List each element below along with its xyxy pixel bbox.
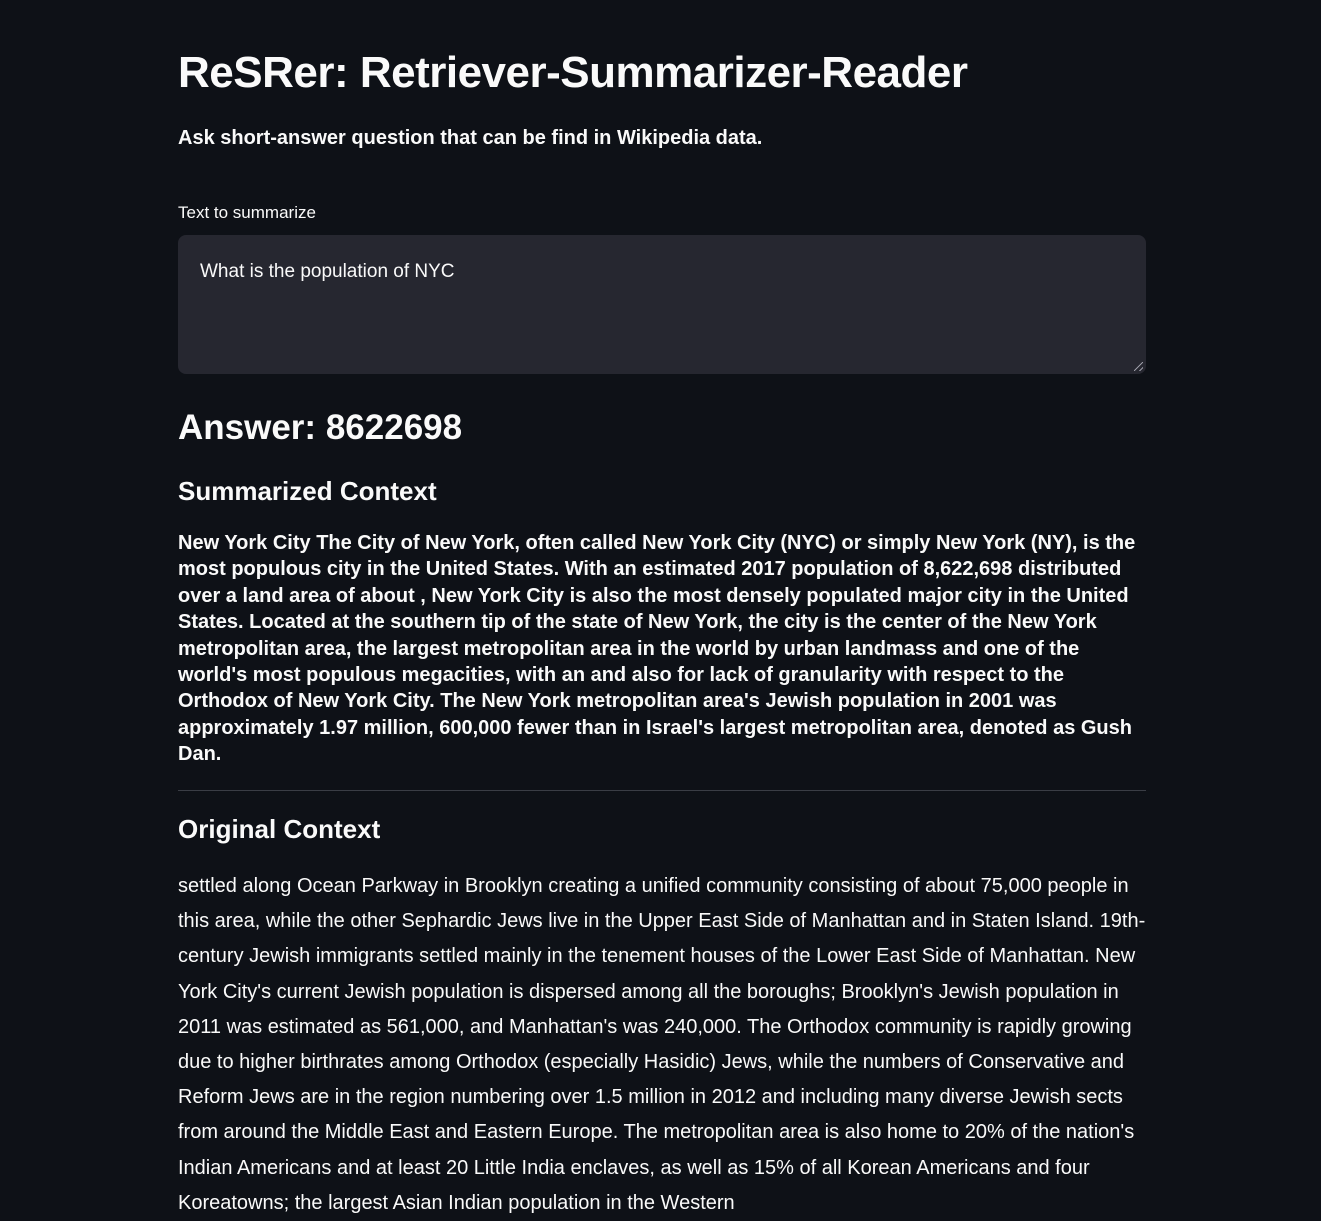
answer-heading: Answer: 8622698 xyxy=(178,408,462,448)
section-divider xyxy=(178,790,1146,791)
answer-prefix: Answer: xyxy=(178,408,317,447)
page-title: ReSRer: Retriever-Summarizer-Reader xyxy=(178,48,968,97)
page-subtitle: Ask short-answer question that can be fi… xyxy=(178,127,763,149)
question-textarea-container xyxy=(178,235,1146,374)
answer-value: 8622698 xyxy=(325,408,463,447)
resize-handle-icon[interactable] xyxy=(1134,362,1143,371)
summarized-context-heading: Summarized Context xyxy=(178,476,437,506)
text-input-label: Text to summarize xyxy=(178,203,316,222)
original-context-text: settled along Ocean Parkway in Brooklyn … xyxy=(178,875,1146,1214)
summarized-context-text: New York City The City of New York, ofte… xyxy=(178,532,1136,766)
original-context-heading: Original Context xyxy=(178,814,381,844)
question-textarea[interactable] xyxy=(178,235,1146,374)
